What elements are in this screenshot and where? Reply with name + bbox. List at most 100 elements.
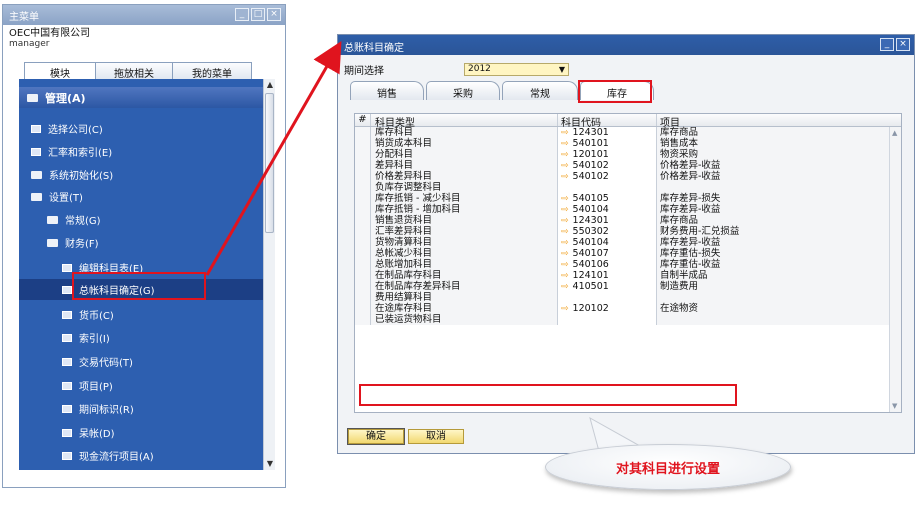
tab-modules[interactable]: 模块 [24, 62, 96, 80]
tree-item[interactable]: 常规(G) [19, 209, 263, 230]
tree-item[interactable]: 呆帐(D) [19, 422, 263, 443]
tab-purchasing[interactable]: 采购 [426, 81, 500, 100]
link-arrow-icon[interactable]: ⇨ [561, 150, 569, 160]
link-arrow-icon[interactable]: ⇨ [561, 161, 569, 171]
tree-item[interactable]: 项目(P) [19, 375, 263, 396]
grid-scroll-down-icon[interactable]: ▼ [892, 402, 897, 410]
table-row[interactable]: 费用结算科目 [355, 292, 901, 303]
account-code-cell[interactable]: ⇨ 124101 [558, 270, 657, 281]
link-arrow-icon[interactable]: ⇨ [561, 172, 569, 182]
table-row[interactable]: 在制品库存差异科目 ⇨ 410501 制造费用 [355, 281, 901, 292]
account-code-cell[interactable]: ⇨ 540102 [558, 160, 657, 171]
account-code-cell[interactable] [558, 182, 657, 193]
gl-close-icon[interactable]: × [896, 38, 910, 51]
tab-sales[interactable]: 销售 [350, 81, 424, 100]
link-arrow-icon[interactable]: ⇨ [561, 128, 569, 138]
link-arrow-icon[interactable]: ⇨ [561, 216, 569, 226]
tab-my-menu[interactable]: 我的菜单 [172, 62, 252, 80]
link-arrow-icon[interactable]: ⇨ [561, 282, 569, 292]
table-row[interactable]: 总账增加科目 ⇨ 540106 库存重估-收益 [355, 259, 901, 270]
ok-button[interactable]: 确定 [347, 428, 405, 445]
account-code-cell[interactable]: ⇨ 124301 [558, 215, 657, 226]
account-name-cell: 库存差异-收益 [657, 237, 901, 248]
link-arrow-icon[interactable]: ⇨ [561, 249, 569, 259]
row-num-cell [355, 193, 371, 204]
table-row[interactable]: 在制品库存科目 ⇨ 124101 自制半成品 [355, 270, 901, 281]
close-icon[interactable]: × [267, 8, 281, 21]
table-row[interactable]: 已装运货物科目 [355, 314, 901, 325]
account-name-cell: 价格差异-收益 [657, 160, 901, 171]
col-header-num[interactable]: # [355, 114, 371, 126]
link-arrow-icon[interactable]: ⇨ [561, 205, 569, 215]
gl-window-titlebar[interactable]: 总账科目确定 _ × [338, 35, 914, 55]
table-row[interactable]: 货物清算科目 ⇨ 540104 库存差异-收益 [355, 237, 901, 248]
tree-item[interactable]: 选择公司(C) [19, 118, 263, 139]
tree-item[interactable]: 货币(C) [19, 304, 263, 325]
table-row[interactable]: 差异科目 ⇨ 540102 价格差异-收益 [355, 160, 901, 171]
col-header-item[interactable]: 项目 [657, 114, 901, 129]
table-row[interactable]: 库存抵销 - 增加科目 ⇨ 540104 库存差异-收益 [355, 204, 901, 215]
account-code-cell[interactable] [558, 314, 657, 325]
account-code-cell[interactable]: ⇨ 124301 [558, 127, 657, 138]
cancel-button[interactable]: 取消 [408, 429, 464, 444]
link-arrow-icon[interactable]: ⇨ [561, 227, 569, 237]
table-row[interactable]: 销售退货科目 ⇨ 124301 库存商品 [355, 215, 901, 226]
tree-item[interactable]: 系统初始化(S) [19, 164, 263, 185]
dropdown-arrow-icon[interactable]: ▼ [559, 64, 565, 75]
period-select[interactable]: 2012 ▼ [464, 63, 569, 76]
account-code-cell[interactable]: ⇨ 550302 [558, 226, 657, 237]
table-row[interactable]: 负库存调整科目 [355, 182, 901, 193]
account-code-cell[interactable]: ⇨ 540106 [558, 259, 657, 270]
scroll-down-icon[interactable]: ▼ [264, 458, 276, 470]
table-row[interactable]: 在途库存科目 ⇨ 120102 在途物资 [355, 303, 901, 314]
maximize-icon[interactable]: □ [251, 8, 265, 21]
tab-general[interactable]: 常规 [502, 81, 578, 100]
account-code-cell[interactable]: ⇨ 540107 [558, 248, 657, 259]
link-arrow-icon[interactable]: ⇨ [561, 139, 569, 149]
tab-highlight [578, 80, 652, 103]
table-row[interactable]: 价格差异科目 ⇨ 540102 价格差异-收益 [355, 171, 901, 182]
tab-drag-relate[interactable]: 拖放相关 [95, 62, 173, 80]
tree-scrollbar[interactable]: ▲ ▼ [263, 79, 275, 470]
grid-scroll-up-icon[interactable]: ▲ [892, 129, 897, 137]
table-row[interactable]: 销货成本科目 ⇨ 540101 销售成本 [355, 138, 901, 149]
account-code-cell[interactable]: ⇨ 410501 [558, 281, 657, 292]
table-row[interactable]: 库存科目 ⇨ 124301 库存商品 [355, 127, 901, 138]
account-code-cell[interactable]: ⇨ 540105 [558, 193, 657, 204]
account-code-cell[interactable]: ⇨ 120102 [558, 303, 657, 314]
scroll-up-icon[interactable]: ▲ [264, 79, 276, 91]
account-code-cell[interactable]: ⇨ 540102 [558, 171, 657, 182]
tree-item[interactable]: 设置(T) [19, 186, 263, 207]
tree-item[interactable]: 现金流行项目(A) [19, 445, 263, 466]
tree-item[interactable]: 管理(A) [19, 87, 263, 108]
account-code-cell[interactable]: ⇨ 540104 [558, 204, 657, 215]
tree-item[interactable]: 汇率和索引(E) [19, 141, 263, 162]
account-code-cell[interactable]: ⇨ 120101 [558, 149, 657, 160]
main-menu-titlebar[interactable]: 主菜单 _ □ × [3, 5, 285, 25]
link-arrow-icon[interactable]: ⇨ [561, 304, 569, 314]
row-num-cell [355, 303, 371, 314]
link-arrow-icon[interactable]: ⇨ [561, 238, 569, 248]
col-header-code[interactable]: 科目代码 [558, 114, 657, 129]
table-row[interactable]: 汇率差异科目 ⇨ 550302 财务费用-汇兑损益 [355, 226, 901, 237]
table-row[interactable]: 总帐减少科目 ⇨ 540107 库存重估-损失 [355, 248, 901, 259]
table-row[interactable]: 分配科目 ⇨ 120101 物资采购 [355, 149, 901, 160]
link-arrow-icon[interactable]: ⇨ [561, 260, 569, 270]
account-code-cell[interactable]: ⇨ 540104 [558, 237, 657, 248]
tree-item[interactable]: 期间标识(R) [19, 398, 263, 419]
tree-item[interactable]: 交易代码(T) [19, 351, 263, 372]
tree-item-label: 常规(G) [65, 216, 101, 227]
tree-item[interactable]: 财务(F) [19, 232, 263, 253]
col-header-type[interactable]: 科目类型 [371, 114, 558, 129]
tree-item[interactable]: 索引(I) [19, 327, 263, 348]
account-name-cell: 制造费用 [657, 281, 901, 292]
grid-scrollbar[interactable]: ▲ ▼ [889, 127, 901, 412]
account-code-cell[interactable] [558, 292, 657, 303]
link-arrow-icon[interactable]: ⇨ [561, 271, 569, 281]
minimize-icon[interactable]: _ [235, 8, 249, 21]
gl-minimize-icon[interactable]: _ [880, 38, 894, 51]
account-code-cell[interactable]: ⇨ 540101 [558, 138, 657, 149]
table-row[interactable]: 库存抵销 - 减少科目 ⇨ 540105 库存差异-损失 [355, 193, 901, 204]
link-arrow-icon[interactable]: ⇨ [561, 194, 569, 204]
scroll-thumb[interactable] [265, 93, 274, 233]
